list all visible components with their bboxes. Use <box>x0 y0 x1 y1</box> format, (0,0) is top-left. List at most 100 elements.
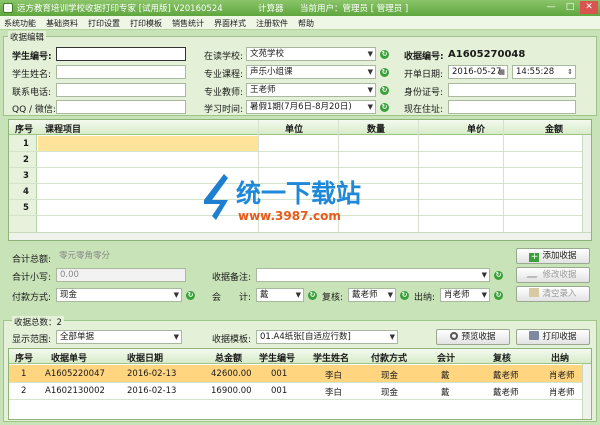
menu-register[interactable]: 注册软件 <box>256 18 288 29</box>
period-label: 学习时间: <box>204 105 244 115</box>
close-icon[interactable]: ✕ <box>580 1 598 14</box>
preview-receipt-button[interactable]: 预览收据 <box>436 329 510 345</box>
receipt-edit-legend: 收据编辑 <box>8 31 47 43</box>
col-quantity: 数量 <box>367 125 386 135</box>
qq-input[interactable] <box>56 100 186 114</box>
remark-select[interactable]: ▼ <box>256 268 490 282</box>
list-cell: 肖老师 <box>549 371 575 381</box>
refresh-reviewer-icon[interactable]: ↻ <box>400 291 409 300</box>
refresh-period-icon[interactable]: ↻ <box>380 103 389 112</box>
receipt-no-label: 收据编号: <box>404 52 444 62</box>
col-receipt-date: 收据日期 <box>127 354 164 364</box>
broom-icon <box>529 288 540 297</box>
template-value: 01.A4纸张[自适应行数] <box>260 332 351 342</box>
refresh-course-icon[interactable]: ↻ <box>380 68 389 77</box>
payment-label: 付款方式: <box>12 293 52 303</box>
refresh-remark-icon[interactable]: ↻ <box>494 271 503 280</box>
chevron-down-icon: ▼ <box>173 291 179 299</box>
calendar-icon[interactable]: ▦ <box>498 66 505 78</box>
student-name-input[interactable] <box>56 65 186 79</box>
chevron-down-icon: ▼ <box>367 103 373 111</box>
list-cell: 戴 <box>441 371 450 381</box>
accountant-label: 会 计: <box>212 293 252 303</box>
list-cell: A1605220047 <box>45 369 105 379</box>
col-divider <box>418 120 419 232</box>
refresh-teacher-icon[interactable]: ↻ <box>380 86 389 95</box>
list-cell: 李白 <box>325 371 343 381</box>
maximize-icon[interactable]: □ <box>561 1 579 14</box>
col-reviewer: 复核 <box>493 354 512 364</box>
school-select[interactable]: 文苑学校 ▼ <box>246 47 376 61</box>
calculator-link[interactable]: 计算器 <box>258 2 284 14</box>
col-course-item: 课程项目 <box>45 125 82 135</box>
small-total-label: 合计小写: <box>12 273 52 283</box>
refresh-cashier-icon[interactable]: ↻ <box>494 291 503 300</box>
spinner-icon[interactable]: ⇕ <box>567 66 573 78</box>
range-label: 显示范围: <box>12 335 52 345</box>
list-cell: 16900.00 <box>211 386 252 396</box>
qq-label: QQ / 微信: <box>12 105 56 115</box>
id-card-input[interactable] <box>448 83 576 97</box>
cashier-label: 出纳: <box>414 293 436 303</box>
items-vertical-scrollbar[interactable] <box>582 135 591 232</box>
phone-input[interactable] <box>56 83 186 97</box>
chevron-down-icon: ▼ <box>387 291 393 299</box>
clear-input-button[interactable]: 清空录入 <box>516 286 590 302</box>
menu-ui-style[interactable]: 界面样式 <box>214 18 246 29</box>
list-cell: 2016-02-13 <box>127 369 177 379</box>
col-student-id: 学生编号 <box>259 354 296 364</box>
accountant-select[interactable]: 戴 ▼ <box>256 288 304 302</box>
menu-sales-stats[interactable]: 销售统计 <box>172 18 204 29</box>
period-select[interactable]: 暑假1期(7月6日-8月20日) ▼ <box>246 100 376 114</box>
menu-print-settings[interactable]: 打印设置 <box>88 18 120 29</box>
template-label: 收据模板: <box>212 335 252 345</box>
edit-receipt-button[interactable]: 修改收据 <box>516 267 590 283</box>
row-header-column <box>9 135 37 235</box>
list-cell: A1602130002 <box>45 386 105 396</box>
period-value: 暑假1期(7月6日-8月20日) <box>250 102 352 112</box>
address-input[interactable] <box>448 100 576 114</box>
items-horizontal-scrollbar[interactable] <box>9 232 591 240</box>
student-id-label: 学生编号: <box>12 52 52 62</box>
teacher-select[interactable]: 王老师 ▼ <box>246 83 376 97</box>
menu-print-template[interactable]: 打印模板 <box>130 18 162 29</box>
reviewer-label: 复核: <box>322 293 344 303</box>
add-receipt-button[interactable]: + 添加收据 <box>516 248 590 264</box>
id-card-label: 身份证号: <box>404 88 444 98</box>
reviewer-select[interactable]: 戴老师 ▼ <box>348 288 396 302</box>
accountant-value: 戴 <box>260 290 269 300</box>
total-label: 合计总额: <box>12 255 52 265</box>
refresh-accountant-icon[interactable]: ↻ <box>308 291 317 300</box>
active-cell[interactable] <box>38 136 258 151</box>
list-vertical-scrollbar[interactable] <box>582 364 591 419</box>
chevron-down-icon: ▼ <box>367 68 373 76</box>
refresh-payment-icon[interactable]: ↻ <box>186 291 195 300</box>
range-select[interactable]: 全部单据 ▼ <box>56 330 182 344</box>
menu-system[interactable]: 系统功能 <box>4 18 36 29</box>
col-divider <box>503 120 504 232</box>
time-picker[interactable]: 14:55:28 ⇕ <box>512 65 576 79</box>
list-cell: 戴老师 <box>493 388 519 398</box>
student-id-input[interactable] <box>56 47 186 61</box>
template-select[interactable]: 01.A4纸张[自适应行数] ▼ <box>256 330 398 344</box>
list-cell: 现金 <box>381 388 399 398</box>
address-label: 现在住址: <box>404 105 444 115</box>
menu-basic-data[interactable]: 基础资料 <box>46 18 78 29</box>
small-total-value: 0.00 <box>56 268 186 282</box>
course-select[interactable]: 声乐小组课 ▼ <box>246 65 376 79</box>
minimize-icon[interactable]: — <box>542 1 560 14</box>
pencil-icon <box>526 269 543 278</box>
menu-help[interactable]: 帮助 <box>298 18 314 29</box>
school-value: 文苑学校 <box>250 49 285 59</box>
time-value: 14:55:28 <box>516 67 555 77</box>
print-receipt-label: 打印收据 <box>542 332 577 342</box>
refresh-school-icon[interactable]: ↻ <box>380 50 389 59</box>
payment-select[interactable]: 现金 ▼ <box>56 288 182 302</box>
date-picker[interactable]: 2016-05-27 ▦ <box>448 65 508 79</box>
course-value: 声乐小组课 <box>250 67 293 77</box>
cashier-select[interactable]: 肖老师 ▼ <box>440 288 490 302</box>
magnifier-icon <box>450 332 459 340</box>
print-receipt-button[interactable]: 打印收据 <box>516 329 590 345</box>
list-cell: 001 <box>271 369 288 379</box>
list-cell: 李白 <box>325 388 343 398</box>
